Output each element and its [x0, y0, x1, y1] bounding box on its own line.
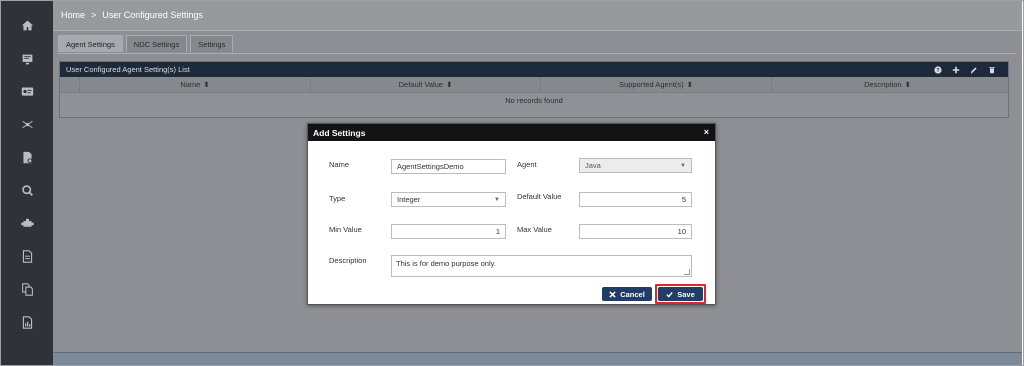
- column-name[interactable]: Name ⬍: [80, 77, 311, 92]
- agent-select-value: Java: [585, 161, 601, 170]
- column-description[interactable]: Description ⬍: [772, 77, 1003, 92]
- panel-header: User Configured Agent Setting(s) List ?: [60, 62, 1008, 77]
- column-select: [60, 77, 80, 92]
- min-value-field[interactable]: 1: [391, 224, 506, 239]
- sort-icon: ⬍: [203, 80, 210, 89]
- footer-bar: [53, 352, 1022, 365]
- breadcrumb-home[interactable]: Home: [61, 10, 85, 20]
- document-icon[interactable]: [19, 248, 35, 264]
- description-field[interactable]: This is for demo purpose only.: [391, 255, 692, 277]
- empty-table-message: No records found: [60, 93, 1008, 107]
- panel-toolbar: ?: [933, 65, 996, 74]
- name-field[interactable]: AgentSettingsDemo: [391, 159, 506, 174]
- sort-icon: ⬍: [686, 80, 693, 89]
- column-label: Description: [864, 80, 902, 89]
- report-icon[interactable]: [19, 314, 35, 330]
- svg-text:?: ?: [936, 68, 940, 74]
- files-icon[interactable]: [19, 281, 35, 297]
- sidebar: [1, 1, 53, 365]
- cancel-label: Cancel: [620, 289, 645, 299]
- type-label: Type: [329, 194, 346, 203]
- breadcrumb: Home > User Configured Settings: [61, 10, 203, 20]
- max-value-field[interactable]: 10: [579, 224, 692, 239]
- tab-divider: [58, 53, 1016, 54]
- column-supported-agents[interactable]: Supported Agent(s) ⬍: [541, 77, 772, 92]
- tab-bar: Agent Settings NDC Settings Settings: [58, 35, 234, 52]
- close-icon[interactable]: ×: [704, 127, 709, 137]
- default-value-label: Default Value: [517, 192, 562, 201]
- min-value-label: Min Value: [329, 225, 362, 234]
- network-icon[interactable]: [19, 116, 35, 132]
- tab-ndc-settings[interactable]: NDC Settings: [125, 35, 188, 52]
- file-settings-icon[interactable]: [19, 149, 35, 165]
- help-icon[interactable]: ?: [933, 65, 942, 74]
- dialog-header: Add Settings ×: [308, 124, 715, 141]
- close-icon: [609, 290, 616, 298]
- name-label: Name: [329, 160, 350, 169]
- settings-list-panel: User Configured Agent Setting(s) List ? …: [59, 61, 1009, 118]
- column-label: Default Value: [398, 80, 444, 89]
- dialog-title: Add Settings: [313, 127, 366, 138]
- description-label: Description: [329, 256, 367, 265]
- add-settings-dialog: Add Settings × Name AgentSettingsDemo Ag…: [307, 123, 716, 305]
- chevron-down-icon: ▼: [680, 162, 686, 169]
- sort-icon: ⬍: [446, 80, 453, 89]
- table-header: Name ⬍ Default Value ⬍ Supported Agent(s) ⬍…: [60, 77, 1008, 93]
- delete-icon[interactable]: [987, 65, 996, 74]
- save-label: Save: [677, 289, 695, 299]
- description-text: This is for demo purpose only.: [396, 259, 496, 268]
- max-value-label: Max Value: [517, 225, 552, 234]
- chevron-down-icon: ▼: [494, 196, 500, 203]
- save-button[interactable]: Save: [658, 287, 703, 301]
- agent-select[interactable]: Java ▼: [579, 158, 692, 173]
- id-card-icon[interactable]: [19, 83, 35, 99]
- sort-icon: ⬍: [904, 80, 911, 89]
- check-icon: [666, 291, 673, 298]
- puzzle-icon[interactable]: [19, 215, 35, 231]
- monitor-icon[interactable]: [19, 51, 35, 67]
- agent-label: Agent: [517, 160, 537, 169]
- resize-handle-icon[interactable]: [684, 269, 690, 275]
- home-icon[interactable]: [19, 17, 35, 33]
- tab-agent-settings[interactable]: Agent Settings: [58, 35, 123, 52]
- breadcrumb-separator: >: [91, 10, 97, 20]
- column-default-value[interactable]: Default Value ⬍: [311, 77, 541, 92]
- panel-title: User Configured Agent Setting(s) List: [66, 65, 190, 74]
- edit-icon[interactable]: [969, 65, 978, 74]
- type-select-value: Integer: [397, 195, 421, 204]
- search-icon[interactable]: [19, 182, 35, 198]
- cancel-button[interactable]: Cancel: [602, 287, 652, 301]
- tab-settings[interactable]: Settings: [190, 35, 234, 52]
- column-label: Name: [180, 80, 201, 89]
- default-value-field[interactable]: 5: [579, 192, 692, 207]
- column-label: Supported Agent(s): [619, 80, 684, 89]
- add-icon[interactable]: [951, 65, 960, 74]
- type-select[interactable]: Integer ▼: [391, 192, 506, 207]
- breadcrumb-current: User Configured Settings: [102, 10, 203, 20]
